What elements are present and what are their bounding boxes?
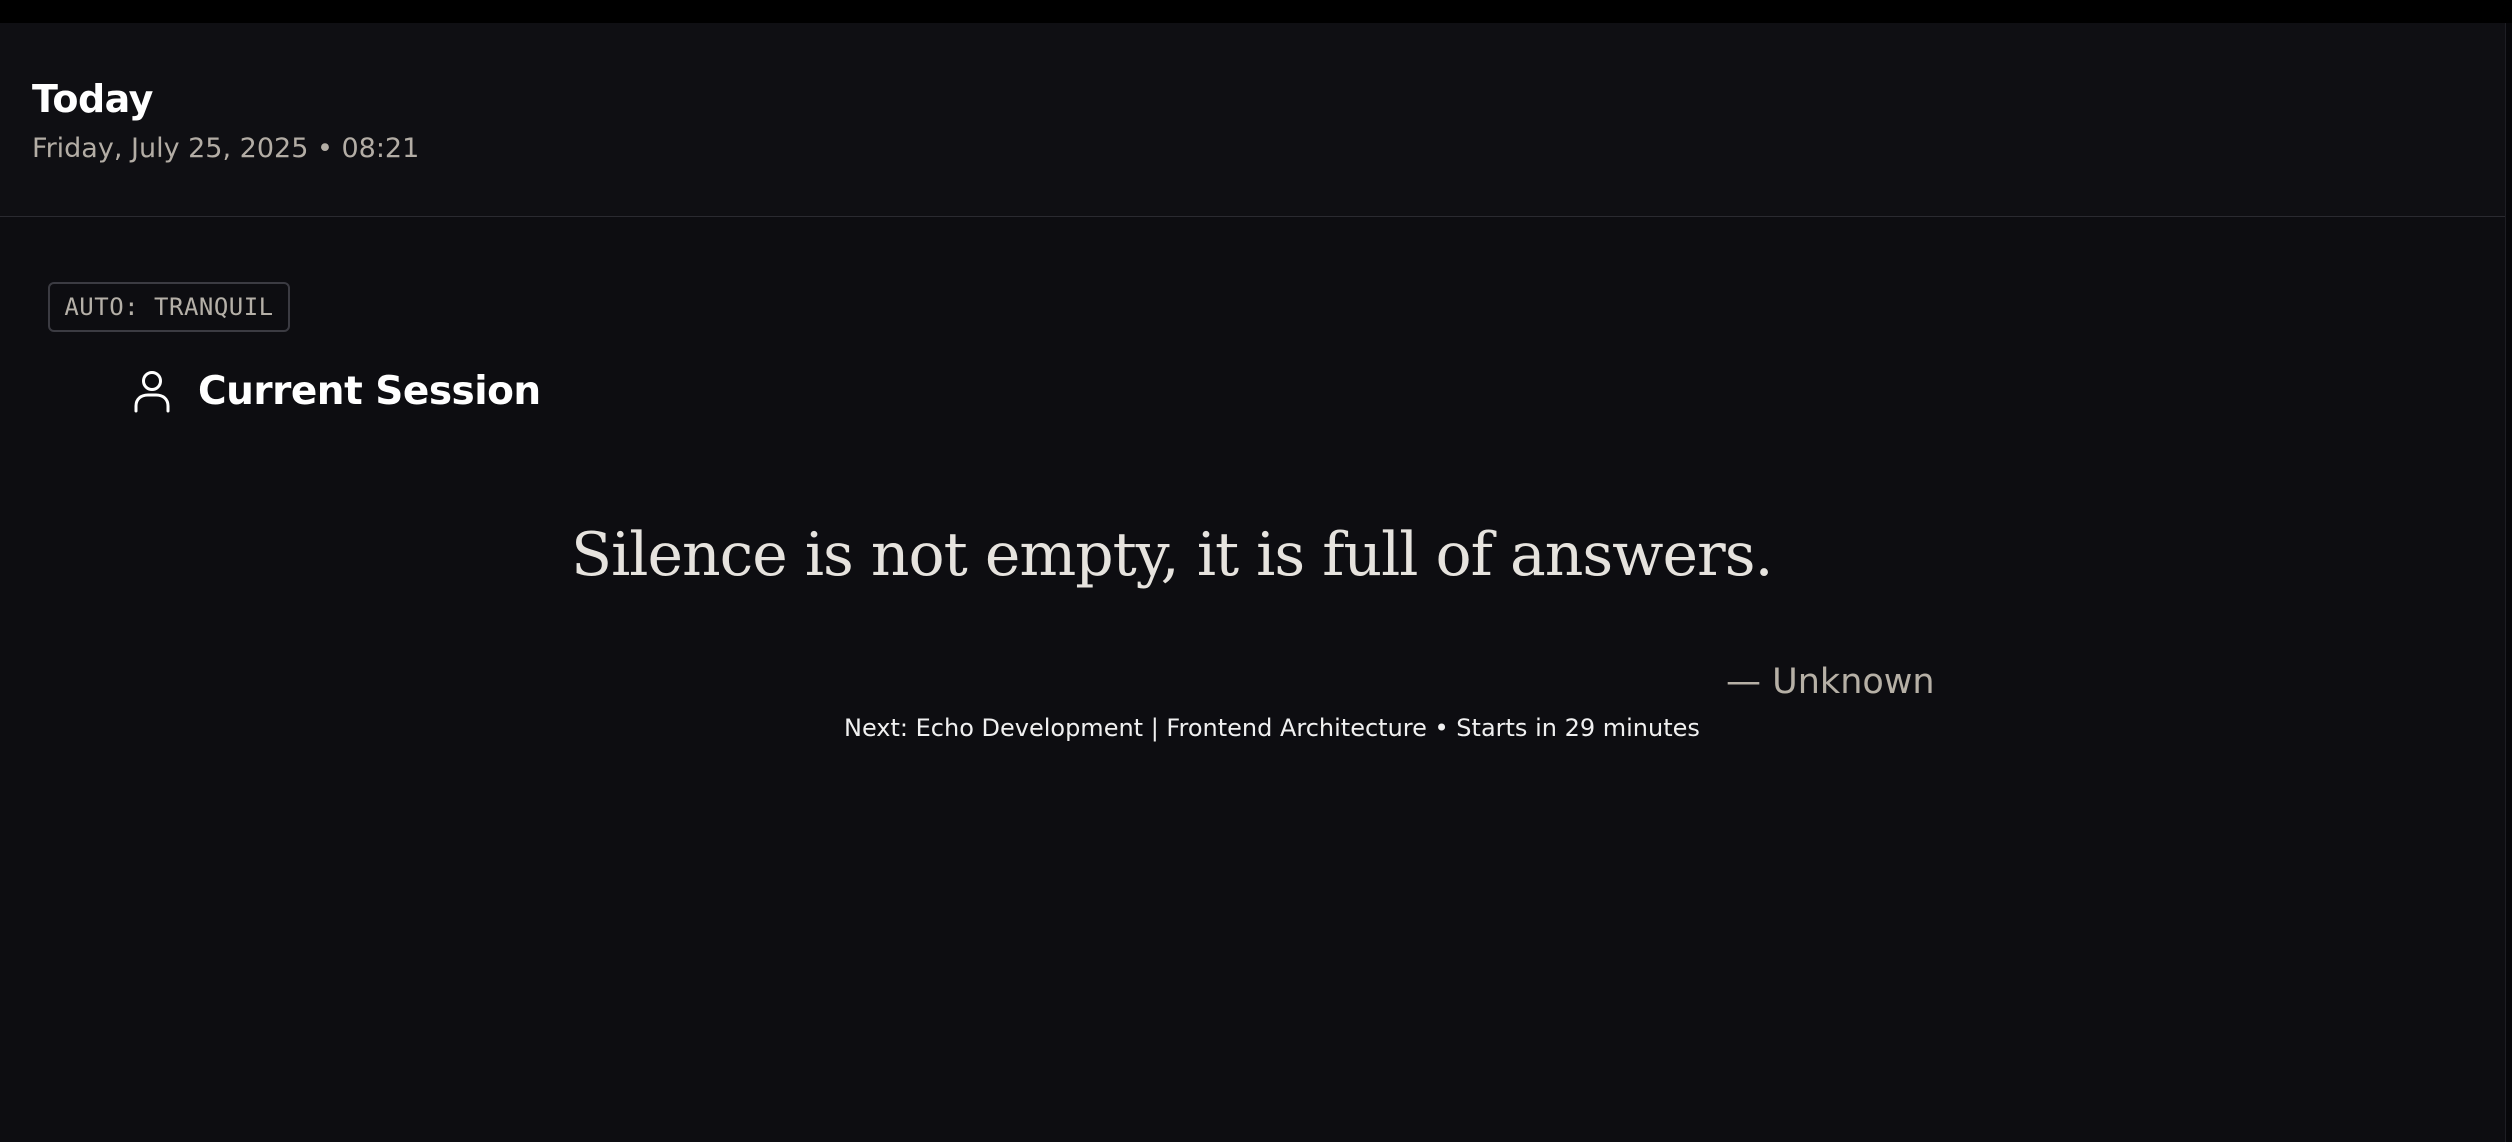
- session-title: Current Session: [198, 368, 541, 414]
- date-time-label: Friday, July 25, 2025 • 08:21: [32, 133, 420, 164]
- next-event-label: Next: Echo Development | Frontend Archit…: [844, 714, 1700, 742]
- person-icon: [132, 369, 172, 413]
- mode-badge[interactable]: AUTO: TRANQUIL: [48, 282, 290, 332]
- quote-author: — Unknown: [1726, 662, 1935, 702]
- scrollbar-track[interactable]: [2505, 23, 2512, 1142]
- page-title: Today: [32, 77, 153, 121]
- window-top-bar: [0, 0, 2512, 23]
- quote-text: Silence is not empty, it is full of answ…: [571, 520, 1774, 590]
- page-header: Today Friday, July 25, 2025 • 08:21: [0, 23, 2505, 217]
- current-session-heading: Current Session: [132, 366, 541, 416]
